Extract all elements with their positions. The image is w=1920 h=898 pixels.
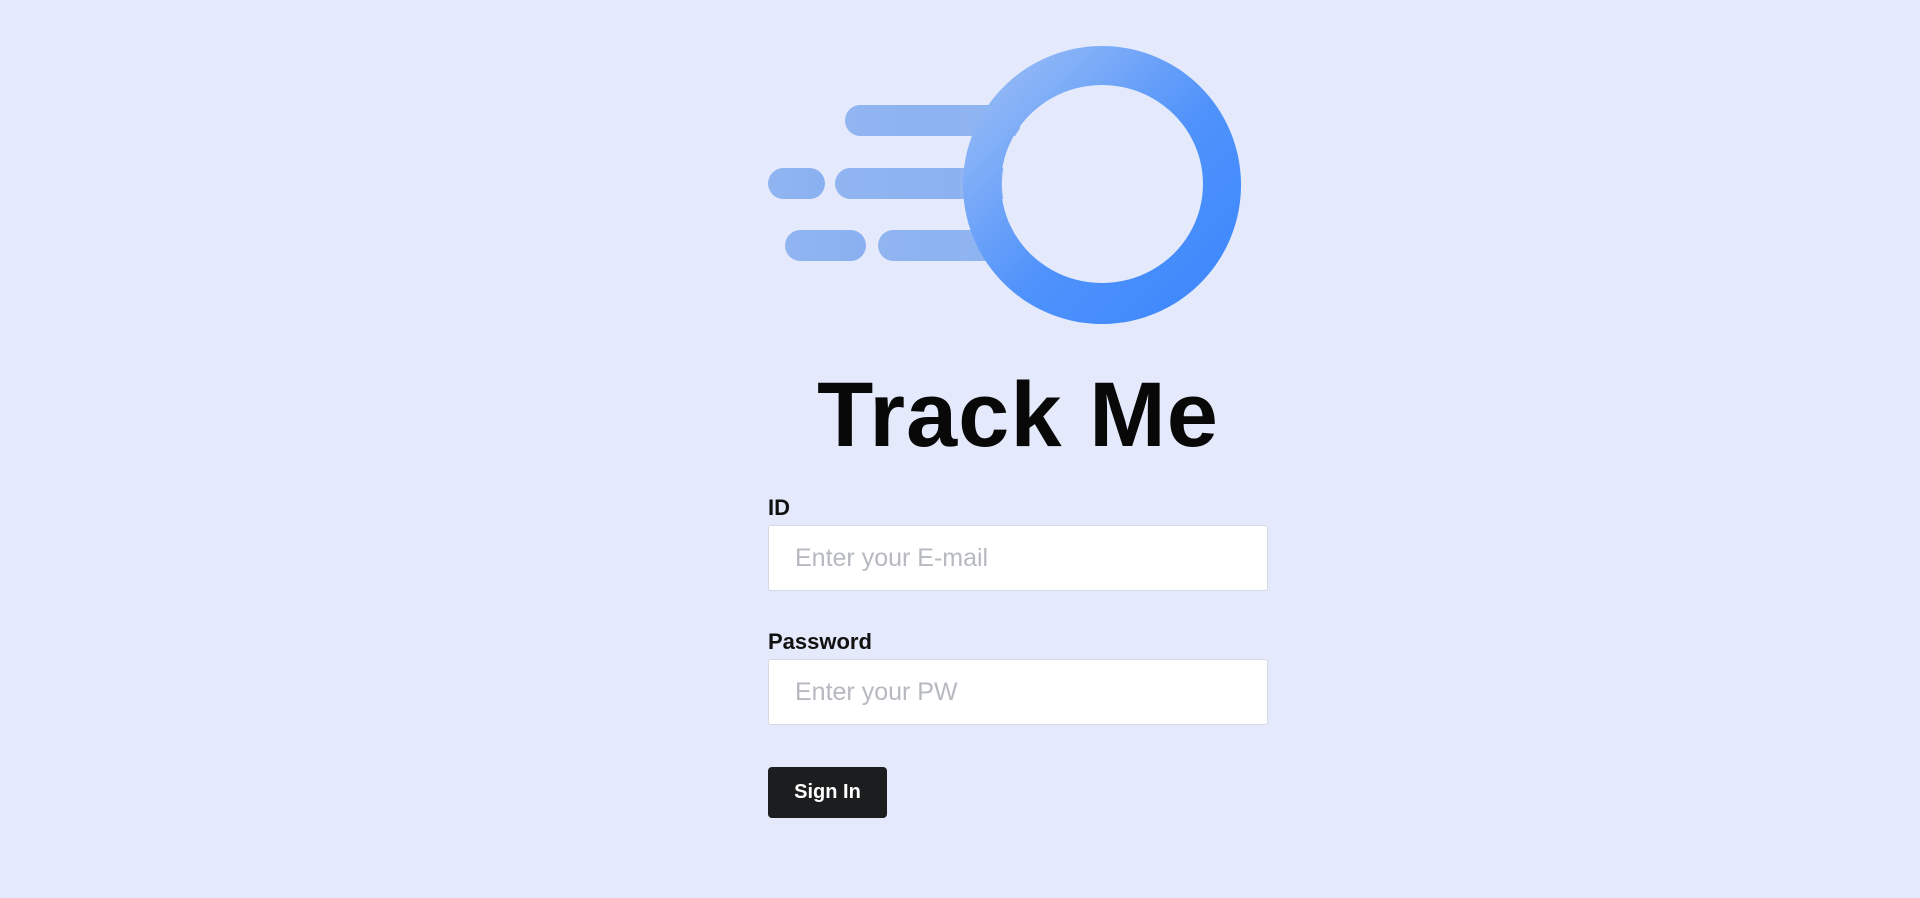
sign-in-button[interactable]: Sign In [768, 767, 887, 818]
email-input[interactable] [768, 525, 1268, 591]
track-me-logo-icon [768, 46, 1242, 324]
password-input[interactable] [768, 659, 1268, 725]
app-title: Track Me [817, 364, 1219, 466]
password-label: Password [768, 629, 872, 654]
id-label: ID [768, 495, 790, 520]
